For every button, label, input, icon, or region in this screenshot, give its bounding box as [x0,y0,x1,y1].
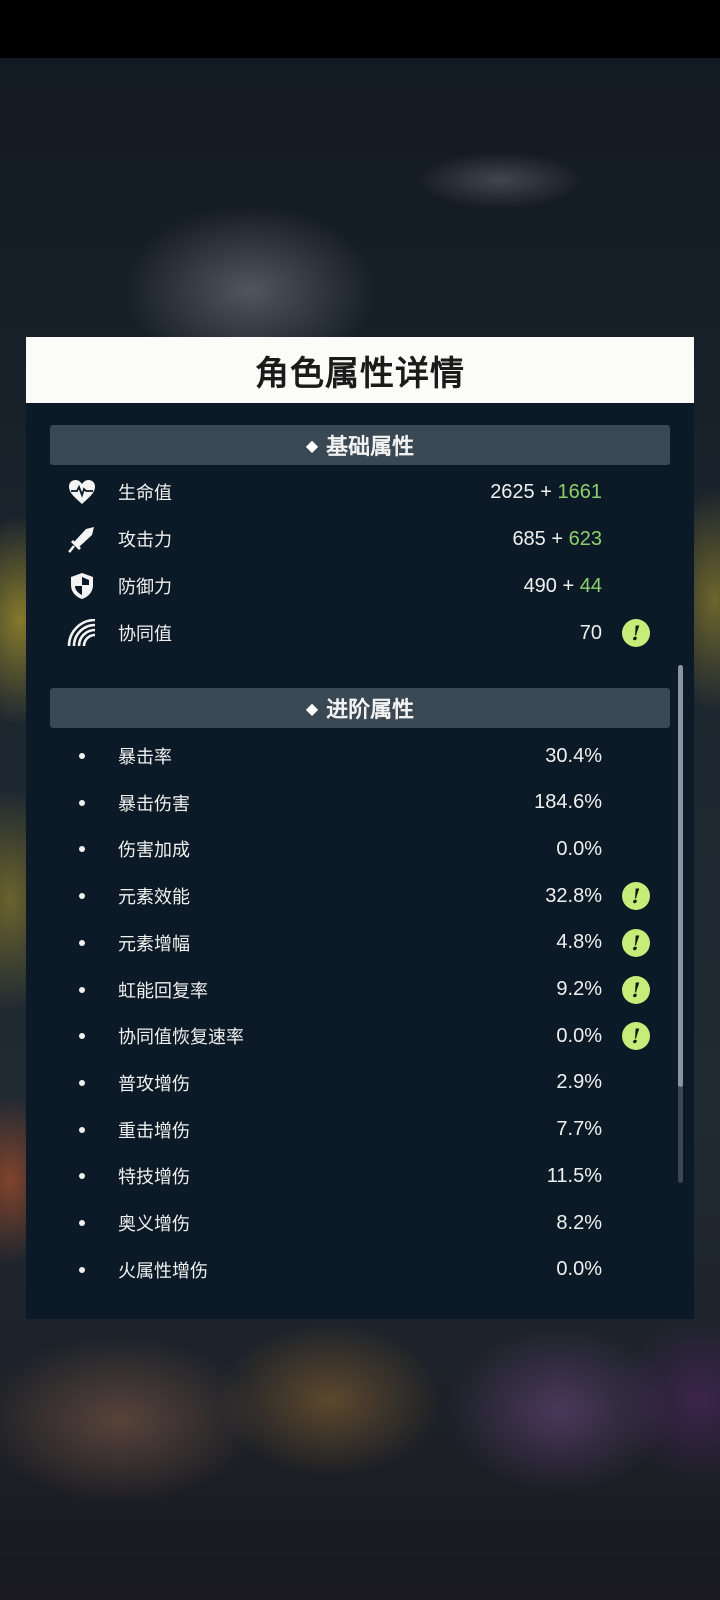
stat-label: 防御力 [118,577,172,598]
stat-label: 火属性增伤 [118,1260,208,1282]
stat-label: 元素增幅 [118,933,190,955]
basic-section-title: 基础属性 [326,435,415,460]
stat-value: 9.2% [556,978,602,1000]
basic-section-header: ◆ 基础属性 [50,425,670,465]
status-bar-area [0,0,720,58]
advanced-stat-row: 协同值恢复速率 0.0%! [26,1016,694,1056]
stat-value: 0.0% [556,1024,602,1047]
info-warning-icon[interactable]: ! [622,975,650,1004]
stat-label: 生命值 [118,483,172,504]
advanced-section-title: 进阶属性 [326,698,415,723]
advanced-stat-row: 火属性增伤 0.0% [26,1250,694,1290]
stat-value: 30.4% [545,744,602,767]
stats-scroll-area[interactable]: ◆ 基础属性 生命值 2625 + 1661 攻击力 685 + 623 防御力… [26,403,694,1319]
stat-label: 奥义增伤 [118,1214,190,1235]
game-screen: 角色属性详情 ◆ 基础属性 生命值 2625 + 1661 攻击力 685 + … [0,0,720,1600]
info-warning-icon[interactable]: ! [622,928,650,957]
stat-row-defense: 防御力 490 + 44 [26,566,694,606]
stat-label: 暴击率 [118,747,172,768]
shield-icon [66,570,98,602]
stat-value: 8.2% [556,1211,602,1234]
stat-base-value: 685 [512,527,546,550]
advanced-stat-row: 奥义增伤 8.2% [26,1203,694,1243]
bullet-icon [79,893,85,900]
diamond-marker-icon: ◆ [305,435,319,455]
advanced-stat-row: 暴击率 30.4% [26,736,694,776]
stat-row-hp: 生命值 2625 + 1661 [26,472,694,512]
rainbow-icon [66,617,98,649]
panel-title: 角色属性详情 [26,337,694,403]
stat-label: 特技增伤 [118,1167,190,1189]
advanced-stat-row: 元素效能 32.8%! [26,876,694,916]
info-warning-icon[interactable]: ! [622,882,650,911]
bullet-icon [79,1079,85,1086]
stat-plus-sign: + [562,574,575,597]
stat-value: 4.8% [556,931,602,954]
stat-row-attack: 攻击力 685 + 623 [26,519,694,559]
info-warning-icon[interactable]: ! [622,1022,650,1051]
stat-value: 7.7% [556,1118,602,1141]
stat-value: 11.5% [546,1164,602,1187]
diamond-marker-icon: ◆ [305,698,319,718]
stat-value: 184.6% [534,791,602,814]
advanced-section-header: ◆ 进阶属性 [50,688,670,728]
bullet-icon [79,1173,85,1180]
stat-label: 协同值 [118,624,172,645]
stat-plus-sign: + [551,527,564,550]
bullet-icon [79,1126,85,1133]
bullet-icon [79,1033,85,1040]
bullet-icon [79,1266,85,1273]
advanced-stat-row: 特技增伤 11.5% [26,1156,694,1196]
stat-bonus-value: 44 [579,574,602,597]
stat-value: 685 + 623 [512,528,602,551]
stat-value: 2.9% [556,1071,602,1094]
advanced-stat-row: 重击增伤 7.7% [26,1110,694,1150]
stat-value: 0.0% [556,837,602,860]
scrollbar[interactable] [678,665,683,1183]
stat-value: 490 + 44 [524,575,602,598]
scrollbar-thumb[interactable] [678,665,683,1087]
character-stats-panel: 角色属性详情 ◆ 基础属性 生命值 2625 + 1661 攻击力 685 + … [26,337,694,1319]
bullet-icon [79,846,85,853]
bullet-icon [79,799,85,806]
stat-label: 暴击伤害 [118,793,190,815]
stat-value: 0.0% [556,1258,602,1281]
stat-value: 2625 + 1661 [490,481,602,504]
advanced-stat-row: 普攻增伤 2.9% [26,1063,694,1103]
stat-label: 元素效能 [118,887,190,909]
heart-icon [66,476,98,508]
stat-plus-sign: + [540,480,552,503]
advanced-stat-row: 元素增幅 4.8%! [26,923,694,963]
stat-label: 伤害加成 [118,840,190,862]
stat-label: 攻击力 [118,530,172,551]
bullet-icon [79,1220,85,1226]
stat-value: 32.8% [545,884,602,907]
stat-bonus-value: 623 [568,527,602,550]
stat-value: 70 [580,622,602,645]
sword-icon [66,523,98,555]
bullet-icon [79,753,85,759]
advanced-stat-row: 暴击伤害 184.6% [26,783,694,823]
stat-base-value: 490 [523,574,557,597]
stat-label: 虹能回复率 [118,980,208,1002]
bullet-icon [79,939,85,946]
stat-bonus-value: 1661 [557,480,603,503]
stat-label: 协同值恢复速率 [118,1027,244,1049]
info-warning-icon[interactable]: ! [622,619,650,647]
stat-label: 普攻增伤 [118,1073,190,1095]
advanced-stat-row: 伤害加成 0.0% [26,829,694,869]
stat-base-value: 2625 [490,480,535,503]
bullet-icon [79,986,85,993]
stat-row-synergy: 协同值 70 ! [26,613,694,653]
stat-label: 重击增伤 [118,1120,190,1142]
advanced-stat-row: 虹能回复率 9.2%! [26,970,694,1010]
stat-base-value: 70 [579,621,602,644]
